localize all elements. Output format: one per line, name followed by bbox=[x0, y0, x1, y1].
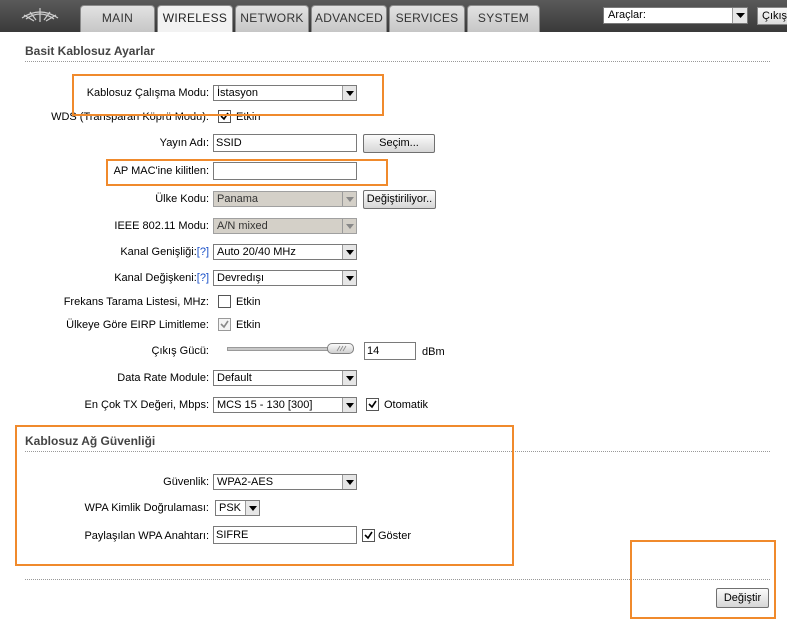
security-label: Güvenlik: bbox=[163, 476, 209, 488]
country-label: Ülke Kodu: bbox=[155, 193, 209, 205]
chevron-down-icon bbox=[342, 271, 356, 285]
check-icon bbox=[368, 400, 377, 409]
channel-shift-label: Kanal Değişkeni:[?] bbox=[114, 272, 209, 284]
ieee-mode-select[interactable]: A/N mixed bbox=[213, 218, 357, 234]
check-icon bbox=[220, 112, 229, 121]
output-power-input[interactable]: 14 bbox=[364, 342, 416, 360]
change-button[interactable]: Değiştir bbox=[716, 588, 769, 608]
chevron-down-icon bbox=[342, 371, 356, 385]
ssid-input[interactable]: SSID bbox=[213, 134, 357, 152]
wpa-auth-select[interactable]: PSK bbox=[215, 500, 260, 516]
ap-mac-input[interactable] bbox=[213, 162, 357, 180]
chevron-down-icon bbox=[342, 219, 356, 233]
tab-wireless[interactable]: WIRELESS bbox=[157, 5, 233, 33]
ieee-mode-select-value: A/N mixed bbox=[217, 220, 268, 232]
data-rate-label: Data Rate Module: bbox=[117, 372, 209, 384]
check-icon bbox=[364, 531, 373, 540]
channel-width-label: Kanal Genişliği:[?] bbox=[120, 246, 209, 258]
logout-button[interactable]: Çıkış bbox=[757, 7, 787, 25]
channel-width-help-link[interactable]: [?] bbox=[197, 246, 209, 258]
freq-scan-checkbox-label: Etkin bbox=[236, 296, 261, 308]
wpa-key-input[interactable]: SIFRE bbox=[213, 526, 357, 544]
basic-section-title: Basit Kablosuz Ayarlar bbox=[25, 44, 155, 58]
tab-network[interactable]: NETWORK bbox=[235, 5, 309, 32]
country-select[interactable]: Panama bbox=[213, 191, 357, 207]
chevron-down-icon bbox=[732, 8, 747, 23]
channel-shift-select[interactable]: Devredışı bbox=[213, 270, 357, 286]
max-tx-select[interactable]: MCS 15 - 130 [300] bbox=[213, 397, 357, 413]
max-tx-label: En Çok TX Değeri, Mbps: bbox=[84, 399, 209, 411]
country-change-button[interactable]: Değiştiriliyor.. bbox=[363, 190, 436, 209]
output-power-label: Çıkış Gücü: bbox=[151, 345, 209, 357]
mode-label: Kablosuz Çalışma Modu: bbox=[86, 87, 209, 99]
tab-system[interactable]: SYSTEM bbox=[467, 5, 540, 32]
chevron-down-icon bbox=[342, 192, 356, 206]
wpa-key-label: Paylaşılan WPA Anahtarı: bbox=[84, 530, 209, 542]
output-power-slider-handle[interactable] bbox=[327, 343, 354, 354]
max-tx-auto-checkbox[interactable] bbox=[366, 398, 379, 411]
wds-checkbox-label: Etkin bbox=[236, 111, 261, 123]
ssid-label: Yayın Adı: bbox=[159, 137, 209, 149]
tools-select-value: Araçlar: bbox=[608, 9, 646, 21]
eirp-checkbox-label: Etkin bbox=[236, 319, 261, 331]
output-power-unit: dBm bbox=[422, 346, 445, 358]
wds-checkbox[interactable] bbox=[218, 110, 231, 123]
wpa-auth-label: WPA Kimlik Doğrulaması: bbox=[84, 502, 210, 514]
tab-main[interactable]: MAIN bbox=[80, 5, 155, 32]
chevron-down-icon bbox=[342, 86, 356, 100]
freq-scan-label: Frekans Tarama Listesi, MHz: bbox=[63, 296, 209, 308]
channel-shift-label-text: Kanal Değişkeni: bbox=[114, 272, 197, 284]
country-select-value: Panama bbox=[217, 193, 258, 205]
data-rate-select[interactable]: Default bbox=[213, 370, 357, 386]
max-tx-auto-label: Otomatik bbox=[384, 399, 429, 411]
chevron-down-icon bbox=[342, 398, 356, 412]
ubiquiti-logo-icon bbox=[21, 8, 59, 22]
wpa-auth-select-value: PSK bbox=[219, 502, 242, 514]
tab-advanced[interactable]: ADVANCED bbox=[311, 5, 387, 32]
eirp-checkbox[interactable] bbox=[218, 318, 231, 331]
grip-icon bbox=[336, 345, 347, 352]
mode-select[interactable]: İstasyon bbox=[213, 85, 357, 101]
section-divider bbox=[25, 451, 770, 452]
ssid-select-button[interactable]: Seçim... bbox=[363, 134, 435, 153]
show-key-checkbox[interactable] bbox=[362, 529, 375, 542]
section-divider bbox=[25, 61, 770, 62]
data-rate-select-value: Default bbox=[217, 372, 252, 384]
chevron-down-icon bbox=[342, 475, 356, 489]
security-select[interactable]: WPA2-AES bbox=[213, 474, 357, 490]
top-nav-bar: MAIN WIRELESS NETWORK ADVANCED SERVICES … bbox=[0, 0, 787, 33]
chevron-down-icon bbox=[245, 501, 259, 515]
channel-width-label-text: Kanal Genişliği: bbox=[120, 246, 197, 258]
ieee-mode-label: IEEE 802.11 Modu: bbox=[114, 220, 209, 232]
tab-services[interactable]: SERVICES bbox=[389, 5, 465, 32]
eirp-label: Ülkeye Göre EIRP Limitleme: bbox=[66, 319, 209, 331]
check-icon bbox=[220, 320, 229, 329]
channel-shift-select-value: Devredışı bbox=[217, 272, 265, 284]
wds-label: WDS (Transparan Köprü Modu): bbox=[51, 111, 209, 123]
wireless-settings-panel: Basit Kablosuz Ayarlar Kablosuz Çalışma … bbox=[0, 32, 787, 620]
channel-shift-help-link[interactable]: [?] bbox=[197, 272, 209, 284]
security-section-title: Kablosuz Ağ Güvenliği bbox=[25, 434, 156, 448]
ap-mac-label: AP MAC'ine kilitlen: bbox=[113, 165, 209, 177]
freq-scan-checkbox[interactable] bbox=[218, 295, 231, 308]
footer-divider bbox=[25, 579, 770, 580]
channel-width-select-value: Auto 20/40 MHz bbox=[217, 246, 296, 258]
channel-width-select[interactable]: Auto 20/40 MHz bbox=[213, 244, 357, 260]
show-key-label: Göster bbox=[378, 530, 412, 542]
tools-select[interactable]: Araçlar: bbox=[603, 7, 748, 24]
chevron-down-icon bbox=[342, 245, 356, 259]
mode-select-value: İstasyon bbox=[217, 87, 258, 99]
max-tx-select-value: MCS 15 - 130 [300] bbox=[217, 399, 313, 411]
security-select-value: WPA2-AES bbox=[217, 476, 274, 488]
